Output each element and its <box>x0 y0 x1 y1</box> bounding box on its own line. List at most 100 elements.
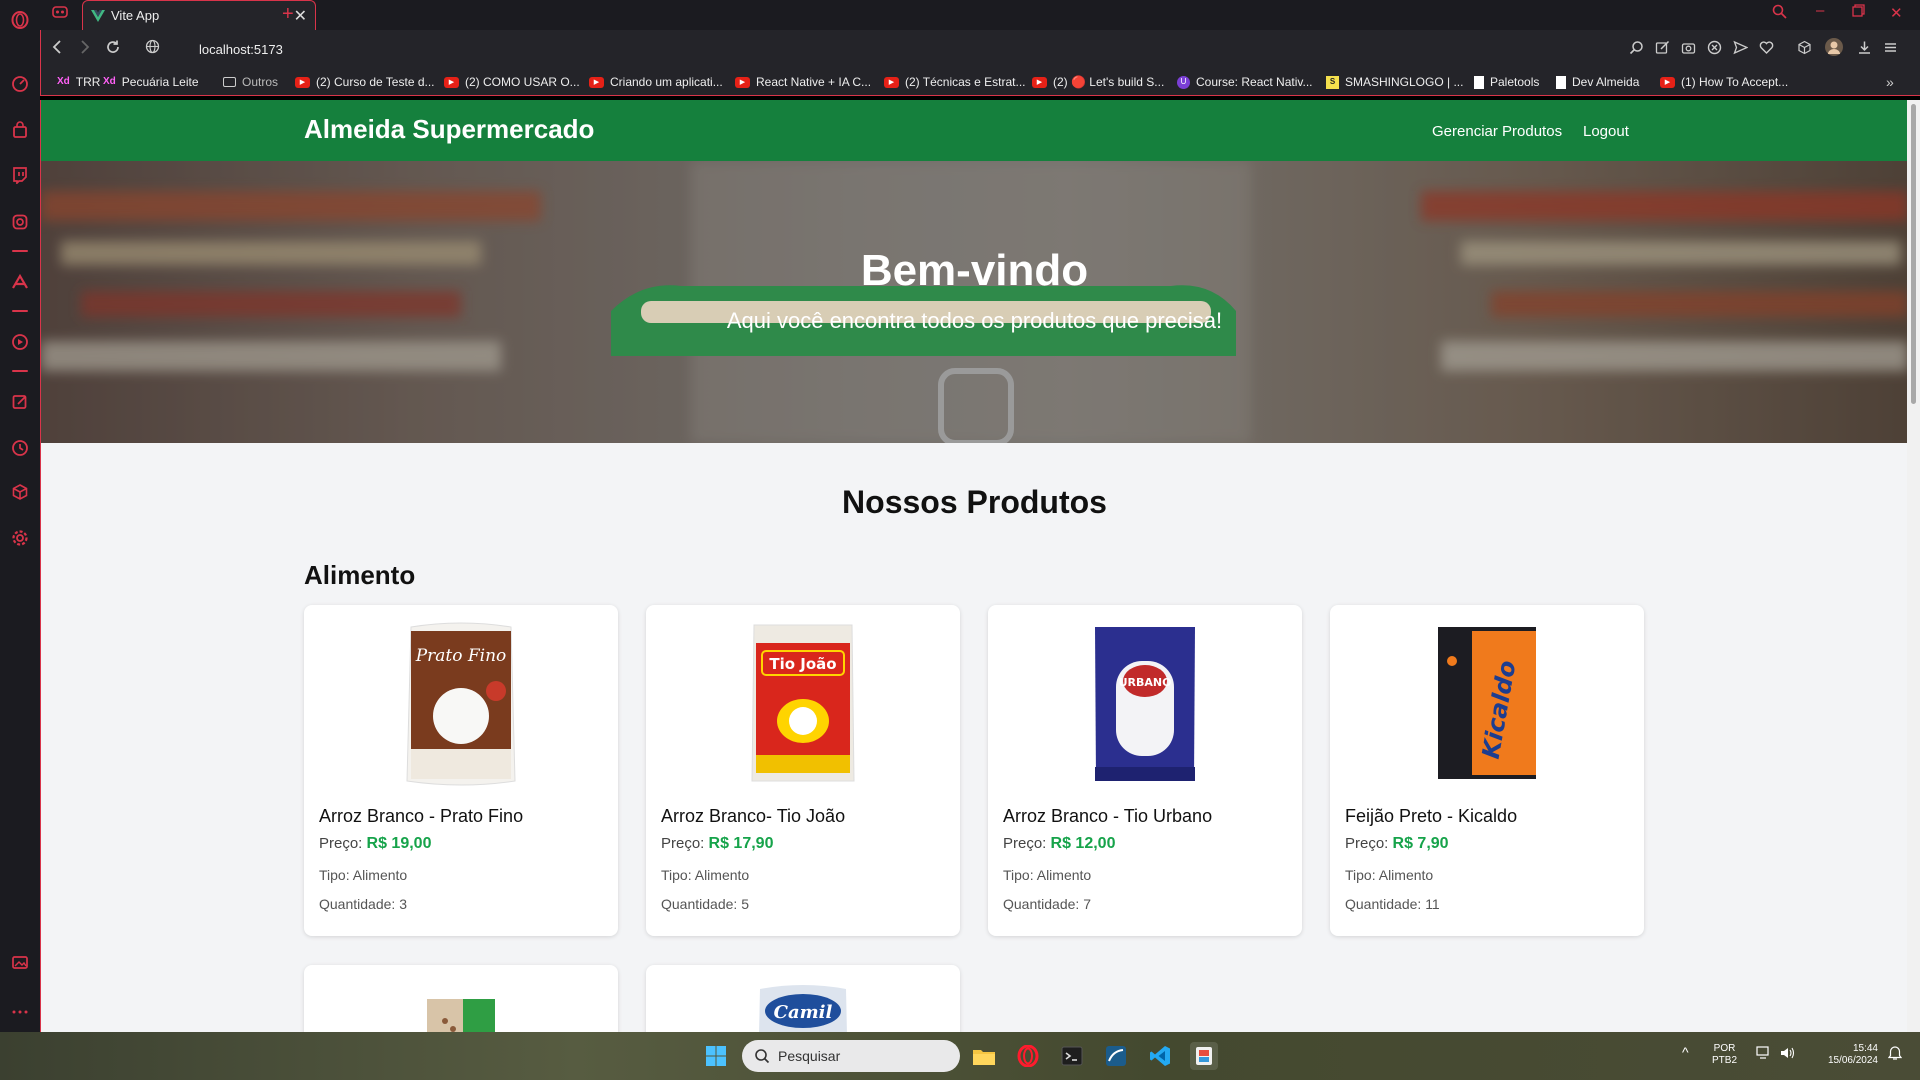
close-window-icon[interactable]: ✕ <box>1890 4 1903 22</box>
edit-icon[interactable] <box>1655 40 1670 58</box>
product-name: Feijão Preto - Kicaldo <box>1345 806 1518 826</box>
tab-close-icon[interactable]: ✕ <box>294 6 307 26</box>
speed-dial-icon[interactable] <box>8 72 32 96</box>
shopping-bag-icon[interactable] <box>8 118 32 142</box>
twitch-icon[interactable] <box>8 163 32 187</box>
product-name: Arroz Branco- Tio João <box>661 806 846 826</box>
bookmark-item[interactable]: ▶ (2) Curso de Teste d... <box>295 75 435 89</box>
bookmark-item[interactable]: ▶ (2) Técnicas e Estrat... <box>884 75 1026 89</box>
new-tab-icon[interactable]: + <box>282 3 294 26</box>
paint-app-icon[interactable] <box>1190 1042 1218 1070</box>
tray-overflow-chevron-icon[interactable]: ^ <box>1682 1045 1689 1059</box>
send-icon[interactable] <box>1733 40 1749 58</box>
opera-logo-icon[interactable] <box>8 8 32 32</box>
bookmark-item[interactable]: Xd Pecuária Leite <box>103 75 199 89</box>
tab-vite-app[interactable]: Vite App ✕ <box>82 0 316 30</box>
history-icon[interactable] <box>8 436 32 460</box>
product-card[interactable]: Tio João Arroz Branco- Tio João Preço: R… <box>646 605 960 936</box>
download-icon[interactable] <box>1857 40 1872 58</box>
product-image: Camil <box>646 981 960 1032</box>
youtube-icon: ▶ <box>1032 76 1047 88</box>
site-navbar: Almeida Supermercado Gerenciar Produtos … <box>41 100 1907 161</box>
category-title: Alimento <box>304 560 416 590</box>
opera-taskbar-icon[interactable] <box>1014 1042 1042 1070</box>
product-card[interactable]: URBANO Arroz Branco - Tio Urbano Preço: … <box>988 605 1302 936</box>
adblock-icon[interactable] <box>1707 40 1722 58</box>
youtube-icon: ▶ <box>1660 76 1675 88</box>
bookmark-folder[interactable]: Outros <box>223 75 278 89</box>
windows-start-icon[interactable] <box>702 1042 730 1070</box>
bookmark-item[interactable]: Dev Almeida <box>1556 75 1639 89</box>
more-options-icon[interactable] <box>8 1000 32 1024</box>
vscode-icon[interactable] <box>1146 1042 1174 1070</box>
bookmark-item[interactable]: U Course: React Nativ... <box>1177 75 1312 89</box>
site-info-globe-icon[interactable] <box>145 39 160 59</box>
sidebar-separator <box>12 370 28 372</box>
product-quantity: Quantidade: 3 <box>319 896 407 912</box>
player-icon[interactable] <box>8 330 32 354</box>
smashinglogo-icon: S <box>1326 75 1339 89</box>
settings-gear-icon[interactable] <box>8 526 32 550</box>
search-tabs-icon[interactable] <box>1772 4 1787 23</box>
forward-icon[interactable] <box>77 39 91 60</box>
minimize-icon[interactable]: – <box>1816 2 1824 19</box>
workspace-icon[interactable] <box>52 6 68 21</box>
bookmark-item[interactable]: ▶ (1) How To Accept... <box>1660 75 1788 89</box>
youtube-icon: ▶ <box>589 76 604 88</box>
scrollbar-thumb[interactable] <box>1911 104 1916 404</box>
network-icon[interactable] <box>1756 1046 1772 1064</box>
aria-icon[interactable] <box>8 270 32 294</box>
reload-icon[interactable] <box>105 39 121 60</box>
tab-bar: Vite App ✕ + – ✕ <box>40 0 1920 30</box>
volume-icon[interactable] <box>1780 1046 1796 1064</box>
easy-setup-menu-icon[interactable] <box>1883 40 1898 58</box>
search-icon <box>755 1049 770 1064</box>
product-price: R$ 19,00 <box>366 835 432 852</box>
bookmark-item[interactable]: ▶ (2) COMO USAR O... <box>444 75 580 89</box>
product-type: Tipo: Alimento <box>1003 867 1092 883</box>
product-card[interactable]: Prato Fino Arroz Branco - Prato Fino Pre… <box>304 605 618 936</box>
language-indicator[interactable]: POR PTB2 <box>1712 1043 1737 1067</box>
bookmark-item[interactable]: S SMASHINGLOGO | ... <box>1326 75 1463 89</box>
svg-text:Tio João: Tio João <box>769 655 836 673</box>
taskbar-clock[interactable]: 15:44 15/06/2024 <box>1812 1043 1878 1067</box>
profile-avatar[interactable] <box>1825 38 1843 59</box>
page-scrollbar[interactable] <box>1907 100 1920 1032</box>
file-explorer-icon[interactable] <box>970 1042 998 1070</box>
xd-icon: Xd <box>57 76 70 87</box>
manage-products-link[interactable]: Gerenciar Produtos <box>1432 123 1562 140</box>
url-field[interactable]: localhost:5173 <box>199 42 283 57</box>
tab-title: Vite App <box>111 8 160 23</box>
bookmark-item[interactable]: ▶ React Native + IA C... <box>735 75 871 89</box>
terminal-icon[interactable] <box>1058 1042 1086 1070</box>
back-icon[interactable] <box>51 39 65 60</box>
product-card[interactable] <box>304 965 618 1032</box>
screenshot-icon[interactable] <box>8 950 32 974</box>
restore-icon[interactable] <box>1852 4 1865 21</box>
course-icon: U <box>1177 75 1190 89</box>
more-bookmarks-icon[interactable]: » <box>1886 74 1894 90</box>
product-image: Kicaldo <box>1330 621 1644 787</box>
product-price-row: Preço: R$ 12,00 <box>1003 835 1116 852</box>
instagram-icon[interactable] <box>8 210 32 234</box>
search-icon[interactable] <box>1629 40 1644 58</box>
bookmark-heart-icon[interactable] <box>1759 40 1774 58</box>
product-card[interactable]: Kicaldo Feijão Preto - Kicaldo Preço: R$… <box>1330 605 1644 936</box>
logout-link[interactable]: Logout <box>1583 123 1629 140</box>
extensions-box-icon[interactable] <box>1797 40 1812 58</box>
notification-bell-icon[interactable] <box>1887 1046 1903 1065</box>
bookmark-item[interactable]: ▶ Criando um aplicati... <box>589 75 723 89</box>
taskbar-search-field[interactable]: Pesquisar <box>742 1040 960 1072</box>
product-card[interactable]: Camil <box>646 965 960 1032</box>
bookmark-item[interactable]: ▶ (2) 🔴 Let's build S... <box>1032 75 1164 89</box>
product-price-row: Preço: R$ 17,90 <box>661 835 774 852</box>
pinboard-icon[interactable] <box>8 390 32 414</box>
site-brand[interactable]: Almeida Supermercado <box>304 114 594 145</box>
product-name: Arroz Branco - Prato Fino <box>319 806 524 826</box>
extensions-icon[interactable] <box>8 480 32 504</box>
bookmark-item[interactable]: Xd TRR <box>57 75 100 89</box>
bookmark-item[interactable]: Paletools <box>1474 75 1539 89</box>
camera-icon[interactable] <box>1681 40 1696 58</box>
mysql-workbench-icon[interactable] <box>1102 1042 1130 1070</box>
address-bar: localhost:5173 <box>40 30 1920 70</box>
